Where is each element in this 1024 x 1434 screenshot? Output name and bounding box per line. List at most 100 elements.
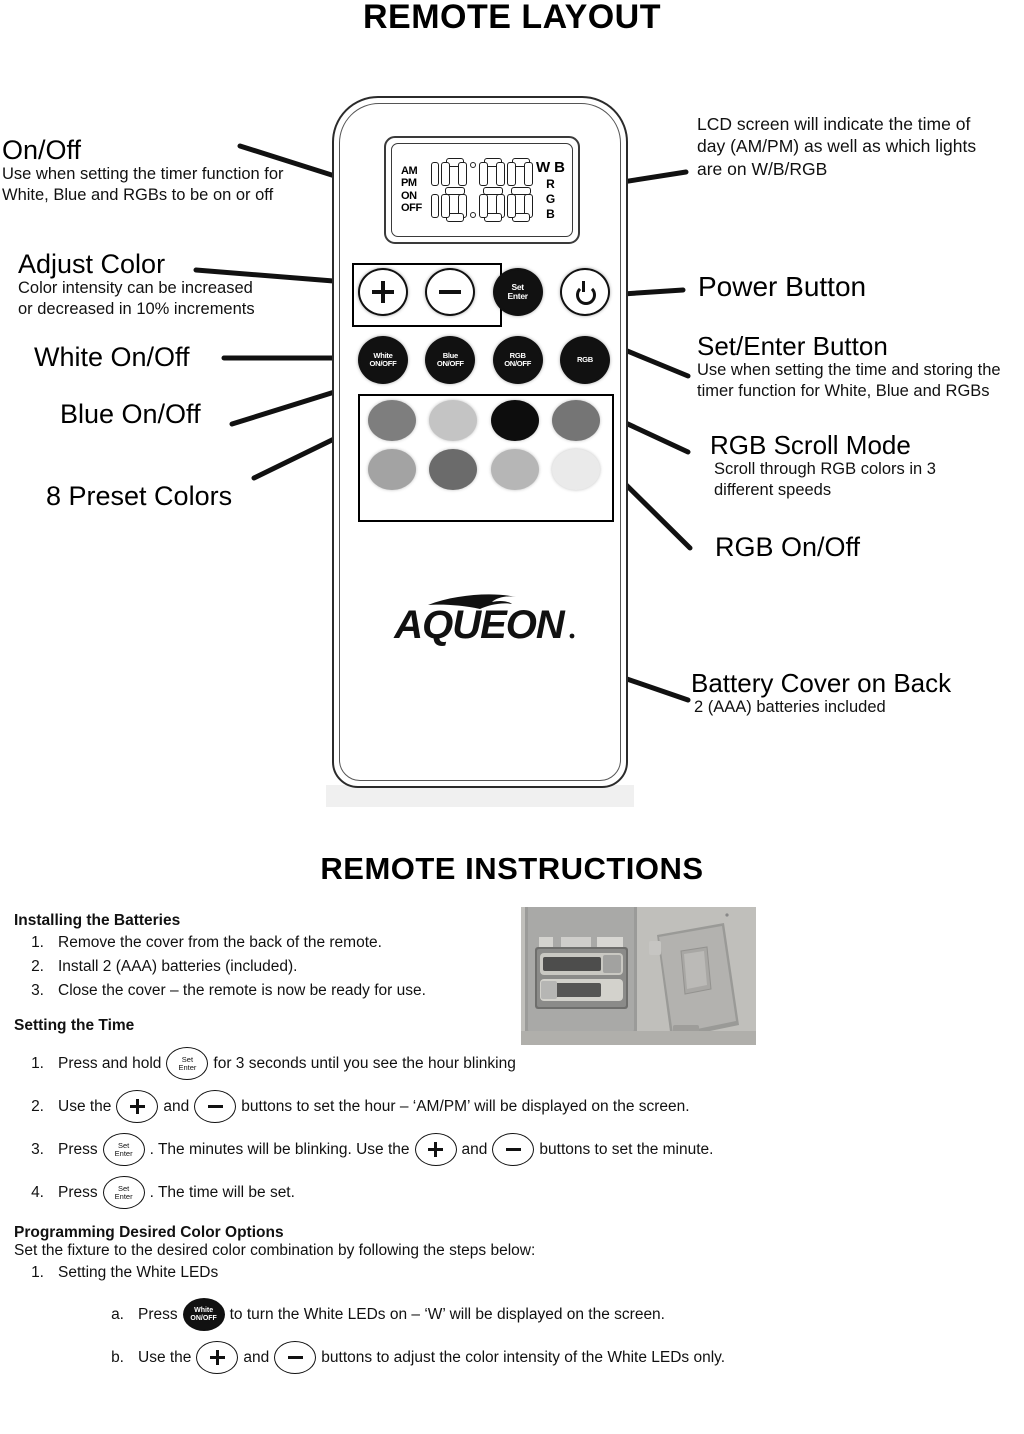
- minus-button[interactable]: [425, 268, 476, 316]
- set-enter-label-line2: Enter: [507, 291, 529, 301]
- preset-color-6[interactable]: [429, 449, 478, 490]
- annotation-rgb-scroll: RGB Scroll Mode Scroll through RGB color…: [710, 430, 936, 502]
- lcd-indicator-g: G: [545, 192, 556, 206]
- list-text: Install 2 (AAA) batteries (included).: [58, 958, 298, 975]
- list-text: Use the: [138, 1348, 192, 1366]
- aqueon-logo: AQUEON: [376, 588, 586, 650]
- section-heading-color-options: Programming Desired Color Options: [14, 1224, 284, 1241]
- list-text: Press and hold: [58, 1054, 162, 1072]
- annotation-battery-cover: Battery Cover on Back 2 (AAA) batteries …: [691, 668, 952, 718]
- preset-color-7[interactable]: [490, 449, 539, 490]
- annotation-adjust-color-title: Adjust Color: [18, 249, 166, 279]
- set-enter-icon-line2: Enter: [114, 1148, 133, 1158]
- section-heading-setting-time: Setting the Time: [14, 1017, 135, 1034]
- annotation-rgb-scroll-title: RGB Scroll Mode: [710, 430, 911, 460]
- list-item: 2. Use the and buttons to set the hour –…: [14, 1090, 774, 1123]
- annotation-battery-cover-title: Battery Cover on Back: [691, 668, 952, 698]
- white-on-off-button[interactable]: White ON/OFF: [358, 336, 408, 384]
- list-letter: a.: [111, 1305, 124, 1323]
- annotation-lcd-screen: LCD screen will indicate the time of day…: [697, 113, 976, 180]
- remote-base-shadow: [326, 785, 634, 807]
- rgb-scroll-label: RGB: [576, 355, 593, 365]
- color-options-step-list: 1. Setting the White LEDs a. Press White…: [14, 1262, 774, 1374]
- set-enter-icon-line2: Enter: [178, 1062, 197, 1072]
- list-item: a. Press White ON/OFF to turn the White …: [14, 1298, 774, 1331]
- annotation-adjust-color-line2: or decreased in 10% increments: [18, 300, 255, 319]
- page-root: REMOTE LAYOUT On/Off Use when setting th…: [0, 0, 1024, 1434]
- annotation-battery-cover-line1: 2 (AAA) batteries included: [694, 698, 886, 717]
- annotation-rgb-scroll-line1: Scroll through RGB colors in 3: [714, 460, 936, 479]
- list-item: 1. Remove the cover from the back of the …: [14, 932, 774, 954]
- annotation-adjust-color-line1: Color intensity can be increased: [18, 279, 253, 298]
- lcd-indicator-b2: B: [546, 207, 555, 221]
- annotation-power-button-title: Power Button: [698, 271, 867, 302]
- lcd-label-pm: PM: [401, 177, 417, 190]
- list-number: 4.: [31, 1183, 44, 1201]
- list-item: 3. Close the cover – the remote is now be…: [14, 980, 774, 1002]
- list-text: Use the: [58, 1097, 112, 1115]
- color-options-intro: Set the fixture to the desired color com…: [14, 1242, 536, 1259]
- remote-button-row-bottom: White ON/OFF Blue ON/OFF RGB ON/OFF RGB: [358, 336, 610, 384]
- annotation-preset-colors-title: 8 Preset Colors: [46, 481, 233, 511]
- list-item: 2. Install 2 (AAA) batteries (included).: [14, 956, 774, 978]
- list-text-cont: for 3 seconds until you see the hour bli…: [213, 1054, 516, 1072]
- time-step-list: 1. Press and hold Set Enter for 3 second…: [14, 1047, 774, 1209]
- batteries-step-list: 1. Remove the cover from the back of the …: [14, 932, 774, 1002]
- lcd-channel-indicators: W B R G B: [536, 160, 565, 220]
- list-text-mid2: and: [461, 1140, 488, 1158]
- annotation-set-enter-line1: Use when setting the time and storing th…: [697, 361, 1001, 380]
- lcd-digit-min-tens: [478, 158, 505, 222]
- preset-colors-grid: [364, 400, 604, 490]
- list-number: 1.: [31, 1264, 44, 1281]
- annotation-preset-colors: 8 Preset Colors: [46, 481, 233, 511]
- white-on-off-icon-line1: White: [194, 1307, 214, 1315]
- lcd-mode-labels: AM PM ON OFF: [401, 165, 422, 214]
- annotation-blue-on-off-title: Blue On/Off: [60, 399, 201, 429]
- minus-icon: [274, 1341, 317, 1374]
- lcd-screen-inner: AM PM ON OFF W B R G B: [391, 143, 573, 237]
- blue-on-off-button[interactable]: Blue ON/OFF: [425, 336, 476, 384]
- set-enter-button[interactable]: Set Enter: [492, 268, 543, 316]
- list-number: 3.: [31, 982, 44, 999]
- preset-color-2[interactable]: [429, 400, 478, 441]
- minus-icon: [439, 281, 462, 303]
- power-button[interactable]: [559, 268, 610, 316]
- preset-color-3[interactable]: [490, 400, 539, 441]
- aqueon-logo-text: AQUEON: [393, 603, 566, 647]
- list-number: 2.: [31, 958, 44, 975]
- lcd-indicator-r: R: [546, 177, 555, 191]
- section-heading-batteries: Installing the Batteries: [14, 912, 181, 929]
- minus-icon: [492, 1133, 535, 1166]
- list-item: 4. Press Set Enter . The time will be se…: [14, 1176, 774, 1209]
- rgb-scroll-button[interactable]: RGB: [559, 336, 610, 384]
- lcd-label-off: OFF: [401, 201, 422, 214]
- annotation-set-enter: Set/Enter Button Use when setting the ti…: [697, 332, 1001, 403]
- lcd-colon: [469, 156, 477, 224]
- annotation-white-on-off-title: White On/Off: [34, 342, 190, 372]
- set-enter-icon: Set Enter: [102, 1133, 145, 1166]
- rgb-on-off-button[interactable]: RGB ON/OFF: [492, 336, 543, 384]
- list-text-mid: and: [243, 1348, 270, 1366]
- lcd-indicator-b: B: [554, 159, 565, 176]
- plus-icon: [196, 1341, 239, 1374]
- list-text-cont: buttons to adjust the color intensity of…: [321, 1348, 726, 1366]
- list-number: 1.: [31, 934, 44, 951]
- list-item: 1. Press and hold Set Enter for 3 second…: [14, 1047, 774, 1080]
- plus-icon: [372, 281, 394, 303]
- list-number: 1.: [31, 1054, 44, 1072]
- preset-color-4[interactable]: [552, 400, 601, 441]
- plus-icon: [414, 1133, 457, 1166]
- annotation-on-off: On/Off Use when setting the timer functi…: [2, 136, 284, 207]
- preset-color-8[interactable]: [552, 449, 601, 490]
- preset-color-5[interactable]: [367, 449, 416, 490]
- preset-color-1[interactable]: [367, 400, 416, 441]
- plus-button[interactable]: [358, 268, 408, 316]
- set-enter-icon: Set Enter: [102, 1176, 145, 1209]
- annotation-lcd-line3: are on W/B/RGB: [697, 158, 828, 179]
- list-text-cont: buttons to set the minute.: [539, 1140, 714, 1158]
- lcd-label-on: ON: [401, 189, 417, 202]
- page-title-remote-instructions: REMOTE INSTRUCTIONS: [320, 851, 704, 886]
- annotation-rgb-scroll-line2: different speeds: [714, 481, 832, 500]
- list-text: Close the cover – the remote is now be r…: [58, 982, 426, 999]
- annotation-power-button: Power Button: [698, 271, 867, 302]
